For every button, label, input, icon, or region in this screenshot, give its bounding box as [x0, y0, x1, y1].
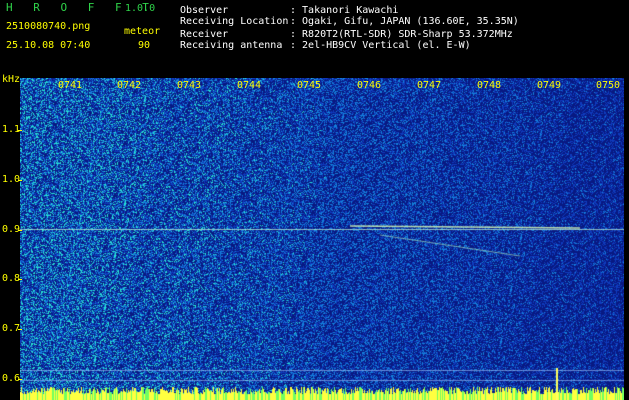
location-label: Receiving Location — [180, 16, 289, 27]
y-tick-mark — [18, 329, 22, 330]
time-label: 0749 — [537, 80, 562, 91]
time-label: 0746 — [357, 80, 382, 91]
observer-label: Observer — [180, 5, 229, 16]
version-label: 1.0.0 — [125, 3, 156, 14]
time-label: 0750 — [596, 80, 621, 91]
datetime-label: 25.10.08 07:40 — [6, 40, 91, 51]
receiver-value: : R820T2(RTL-SDR) SDR-Sharp 53.372MHz — [290, 29, 513, 40]
y-tick-mark — [18, 379, 22, 380]
mode-label: meteor — [124, 26, 161, 37]
time-label: 0747 — [417, 80, 442, 91]
antenna-label: Receiving antenna — [180, 40, 283, 51]
time-label: 0741 — [58, 80, 83, 91]
time-label: 0744 — [237, 80, 262, 91]
time-label: 0748 — [477, 80, 502, 91]
y-tick-mark — [18, 279, 22, 280]
time-label: 0745 — [297, 80, 322, 91]
y-tick-mark — [18, 230, 22, 231]
receiver-label: Receiver — [180, 29, 229, 40]
location-value: : Ogaki, Gifu, JAPAN (136.60E, 35.35N) — [290, 16, 519, 27]
time-label: 0743 — [177, 80, 202, 91]
spectrogram-canvas — [20, 78, 624, 400]
antenna-value: : 2el-HB9CV Vertical (el. E-W) — [290, 40, 471, 51]
observer-value: : Takanori Kawachi — [290, 5, 399, 16]
filename-label: 2510080740.png — [6, 21, 91, 32]
time-label: 0742 — [117, 80, 142, 91]
count-label: 90 — [138, 40, 151, 51]
y-tick-mark — [18, 180, 22, 181]
y-tick-mark — [18, 130, 22, 131]
y-unit-label: kHz — [2, 74, 21, 85]
